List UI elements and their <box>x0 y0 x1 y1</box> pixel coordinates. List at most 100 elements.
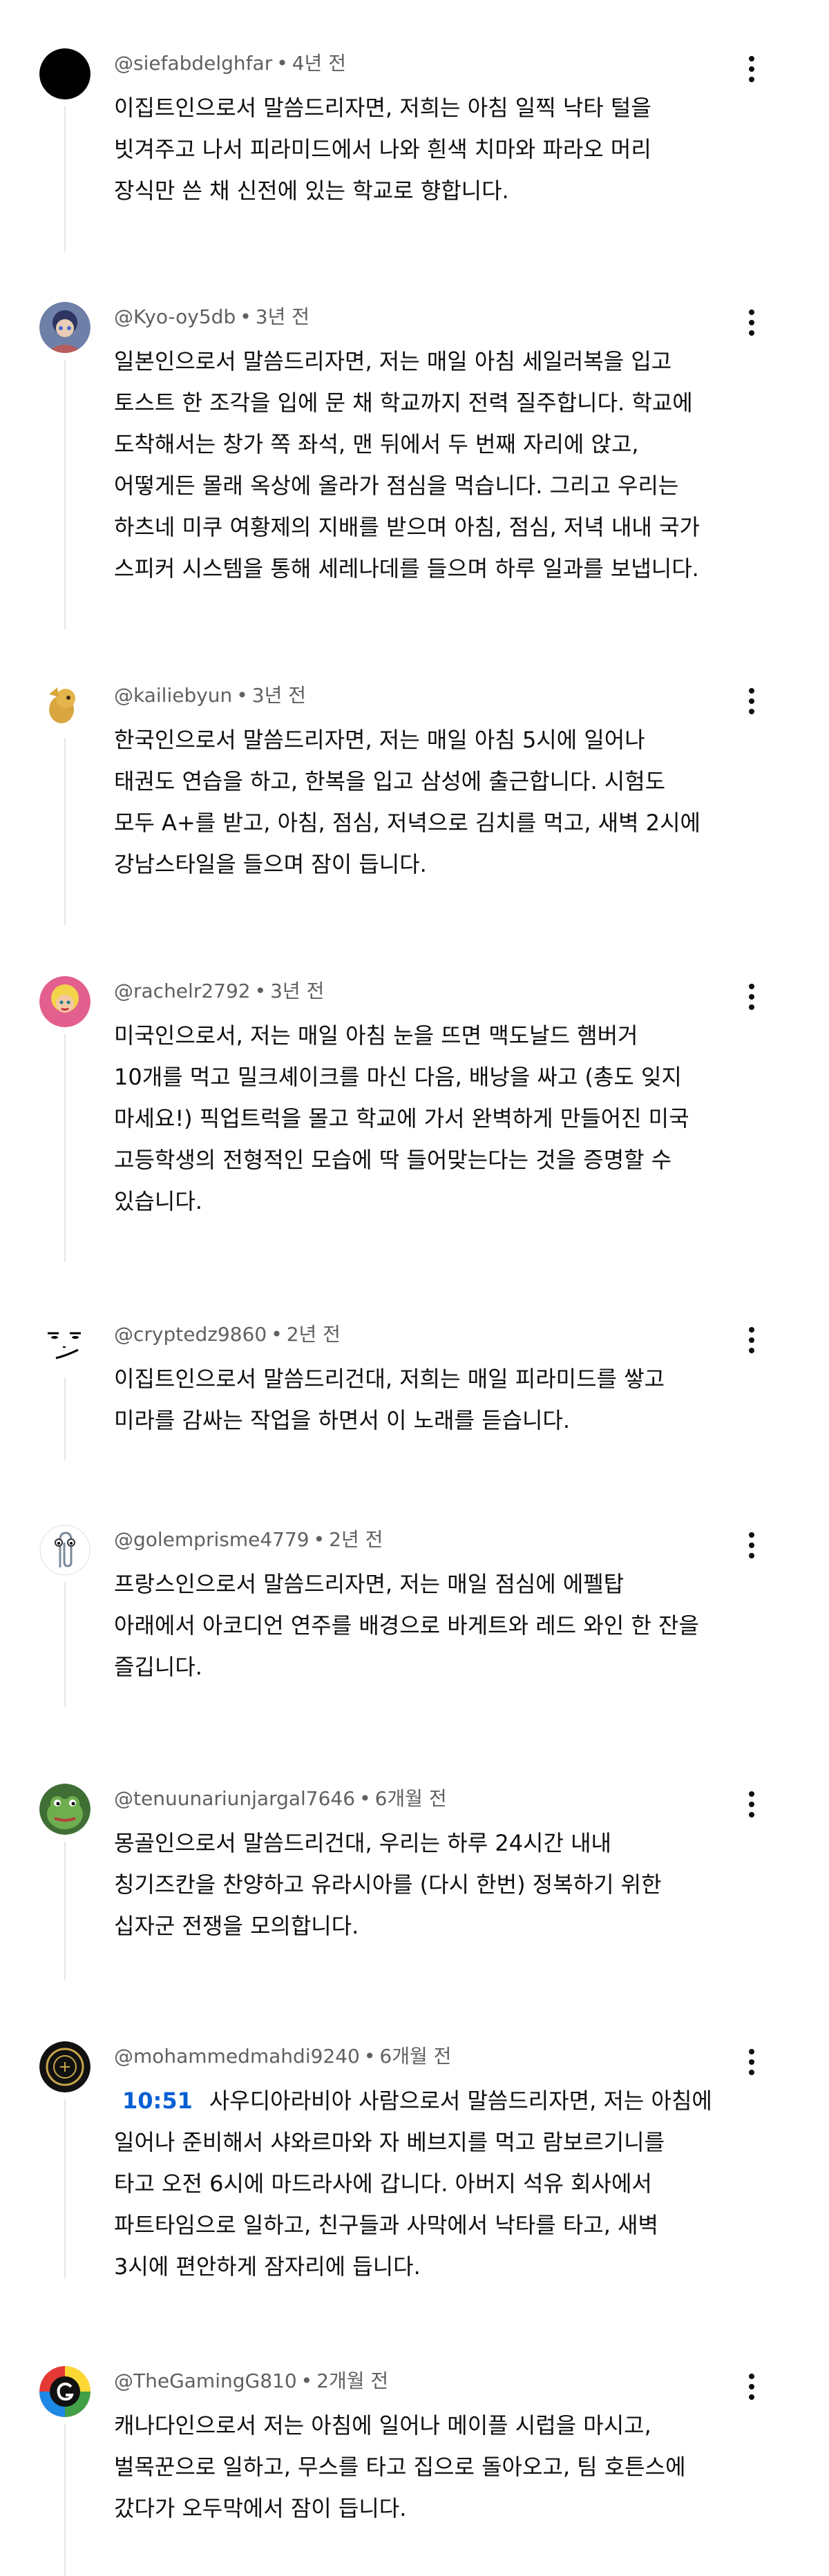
thread-line <box>64 1034 66 1262</box>
comment-age: 3년 전 <box>251 684 307 707</box>
comment-meta: @golemprisme4779 • 2년 전 <box>114 1525 756 1555</box>
author-handle[interactable]: @Kyo-oy5db <box>114 305 236 328</box>
comment-body: @golemprisme4779 • 2년 전 프랑스인으로서 말씀드리자면, 저는… <box>114 1525 756 1688</box>
comment-line: 캐나다인으로서 저는 아침에 일어나 메이플 시럽을 마시고, <box>114 2412 651 2439</box>
thread-line <box>64 1377 66 1460</box>
avatar[interactable] <box>39 1525 90 1576</box>
comment-text: 일본인으로서 말씀드리자면, 저는 매일 아침 세일러복을 입고 토스트 한 조… <box>114 341 756 589</box>
comment-line: 십자군 전쟁을 모의합니다. <box>114 1913 359 1939</box>
comment-line: 이집트인으로서 말씀드리자면, 저희는 아침 일찍 낙타 털을 <box>114 95 651 121</box>
comment-meta: @rachelr2792 • 3년 전 <box>114 976 756 1006</box>
comment-body: @cryptedz9860 • 2년 전 이집트인으로서 말씀드리건대, 저희는 매… <box>114 1319 756 1441</box>
thread-line <box>64 360 66 629</box>
author-handle[interactable]: @siefabdelghfar <box>114 52 272 75</box>
comment-meta: @mohammedmahdi9240 • 6개월 전 <box>114 2041 756 2072</box>
comment-line: 3시에 편안하게 잠자리에 듭니다. <box>114 2253 421 2280</box>
separator-dot: • <box>254 980 267 1002</box>
avatar[interactable] <box>39 1319 90 1371</box>
timestamp-link[interactable]: 10:51 <box>122 2088 193 2114</box>
separator-dot: • <box>359 1787 371 1810</box>
comment-line: 칭기즈칸을 찬양하고 유라시아를 (다시 한번) 정복하기 위한 <box>114 1871 662 1898</box>
comment-age: 6개월 전 <box>379 2045 452 2068</box>
comment-meta: @Kyo-oy5db • 3년 전 <box>114 302 756 332</box>
comment-line: 미라를 감싸는 작업을 하면서 이 노래를 듣습니다. <box>114 1407 571 1433</box>
comment-line-text: 사우디아라비아 사람으로서 말씀드리자면, 저는 아침에 <box>209 2088 712 2114</box>
more-options-icon[interactable] <box>738 2367 765 2406</box>
comment-meta: @siefabdelghfar • 4년 전 <box>114 48 756 79</box>
comment-line: 도착해서는 창가 쪽 좌석, 맨 뒤에서 두 번째 자리에 앉고, <box>114 431 639 457</box>
comment-line: 어떻게든 몰래 옥상에 올라가 점심을 먹습니다. 그리고 우리는 <box>114 473 679 499</box>
author-handle[interactable]: @rachelr2792 <box>114 980 251 1002</box>
more-options-icon[interactable] <box>738 977 765 1016</box>
comment-line: 몽골인으로서 말씀드리건대, 우리는 하루 24시간 내내 <box>114 1830 611 1856</box>
thread-line <box>64 2099 66 2279</box>
author-handle[interactable]: @kailiebyun <box>114 684 232 707</box>
comment-line: 마세요!) 픽업트럭을 몰고 학교에 가서 완벽하게 만들어진 미국 <box>114 1105 689 1132</box>
separator-dot: • <box>240 305 251 328</box>
comment-line: 일어나 준비해서 샤와르마와 자 베브지를 먹고 람보르기니를 <box>114 2129 665 2155</box>
comment-text: 캐나다인으로서 저는 아침에 일어나 메이플 시럽을 마시고, 벌목꾼으로 일하… <box>114 2405 756 2529</box>
avatar[interactable] <box>39 2366 90 2417</box>
comment-body: @tenuunariunjargal7646 • 6개월 전 몽골인으로서 말씀드리… <box>114 1784 756 1947</box>
comment-body: @Kyo-oy5db • 3년 전 일본인으로서 말씀드리자면, 저는 매일 아침 … <box>114 302 756 589</box>
comment-body: @siefabdelghfar • 4년 전 이집트인으로서 말씀드리자면, 저희는… <box>114 48 756 211</box>
separator-dot: • <box>301 2369 313 2392</box>
comment-line: 미국인으로서, 저는 매일 아침 눈을 뜨면 맥도날드 햄버거 <box>114 1022 638 1049</box>
more-options-icon[interactable] <box>738 50 765 88</box>
more-options-icon[interactable] <box>738 1785 765 1824</box>
comment-line: 강남스타일을 들으며 잠이 듭니다. <box>114 851 427 877</box>
comment-text: 프랑스인으로서 말씀드리자면, 저는 매일 점심에 에펠탑 아래에서 아코디언 … <box>114 1563 756 1688</box>
comment-line: 고등학생의 전형적인 모습에 딱 들어맞는다는 것을 증명할 수 <box>114 1147 672 1173</box>
author-handle[interactable]: @cryptedz9860 <box>114 1323 267 1346</box>
comment-text: 미국인으로서, 저는 매일 아침 눈을 뜨면 맥도날드 햄버거 10개를 먹고 … <box>114 1015 756 1222</box>
more-options-icon[interactable] <box>738 303 765 342</box>
more-options-icon[interactable] <box>738 1321 765 1359</box>
author-handle[interactable]: @golemprisme4779 <box>114 1528 309 1551</box>
comment-line: 갔다가 오두막에서 잠이 듭니다. <box>114 2495 407 2521</box>
comment-line: 타고 오전 6시에 마드라사에 갑니다. 아버지 석유 회사에서 <box>114 2170 652 2197</box>
comment-line: 장식만 쓴 채 신전에 있는 학교로 향합니다. <box>114 178 509 204</box>
comment-text: 이집트인으로서 말씀드리자면, 저희는 아침 일찍 낙타 털을 빗겨주고 나서 … <box>114 87 756 211</box>
comment-meta: @cryptedz9860 • 2년 전 <box>114 1319 756 1350</box>
comment-text: 한국인으로서 말씀드리자면, 저는 매일 아침 5시에 일어나 태권도 연습을 … <box>114 719 756 885</box>
avatar[interactable] <box>39 976 90 1027</box>
author-handle[interactable]: @TheGamingG810 <box>114 2369 297 2392</box>
more-options-icon[interactable] <box>738 2043 765 2081</box>
avatar[interactable] <box>39 48 90 99</box>
comment-line: 벌목꾼으로 일하고, 무스를 타고 집으로 돌아오고, 팀 호튼스에 <box>114 2454 686 2480</box>
thread-line <box>64 1583 66 1707</box>
comment-body: @mohammedmahdi9240 • 6개월 전 10:51 사우디아라비아 사람… <box>114 2041 756 2287</box>
comment-line: 일본인으로서 말씀드리자면, 저는 매일 아침 세일러복을 입고 <box>114 348 672 374</box>
comment-text: 10:51 사우디아라비아 사람으로서 말씀드리자면, 저는 아침에 일어나 준비… <box>114 2080 756 2287</box>
comment-line: 빗겨주고 나서 피라미드에서 나와 흰색 치마와 파라오 머리 <box>114 136 651 162</box>
comment-line: 하츠네 미쿠 여황제의 지배를 받으며 아침, 점심, 저녁 내내 국가 <box>114 514 700 540</box>
separator-dot: • <box>236 684 248 707</box>
comment-age: 4년 전 <box>292 52 346 75</box>
thread-line <box>64 1842 66 1980</box>
comment-age: 6개월 전 <box>374 1787 447 1810</box>
avatar[interactable] <box>39 2041 90 2092</box>
comment-line: 즐깁니다. <box>114 1654 202 1680</box>
separator-dot: • <box>271 1323 283 1346</box>
comment-line: 토스트 한 조각을 입에 문 채 학교까지 전력 질주합니다. 학교에 <box>114 390 693 416</box>
comment-line: 모두 A+를 받고, 아침, 점심, 저녁으로 김치를 먹고, 새벽 2시에 <box>114 810 701 836</box>
avatar[interactable] <box>39 302 90 353</box>
comment-body: @rachelr2792 • 3년 전 미국인으로서, 저는 매일 아침 눈을 뜨면… <box>114 976 756 1222</box>
comment-text: 이집트인으로서 말씀드리건대, 저희는 매일 피라미드를 쌓고 미라를 감싸는 … <box>114 1358 756 1441</box>
comment-age: 3년 전 <box>255 305 309 328</box>
author-handle[interactable]: @mohammedmahdi9240 <box>114 2045 360 2068</box>
comment-text: 몽골인으로서 말씀드리건대, 우리는 하루 24시간 내내 칭기즈칸을 찬양하고… <box>114 1822 756 1947</box>
separator-dot: • <box>276 52 288 75</box>
comment-age: 2개월 전 <box>316 2369 389 2392</box>
thread-line <box>64 738 66 925</box>
more-options-icon[interactable] <box>738 682 765 721</box>
avatar[interactable] <box>39 680 90 732</box>
thread-line <box>64 106 66 251</box>
comment-line: 이집트인으로서 말씀드리건대, 저희는 매일 피라미드를 쌓고 <box>114 1366 665 1392</box>
more-options-icon[interactable] <box>738 1526 765 1565</box>
thread-line <box>64 2424 66 2576</box>
separator-dot: • <box>313 1528 325 1551</box>
author-handle[interactable]: @tenuunariunjargal7646 <box>114 1787 355 1810</box>
avatar[interactable] <box>39 1784 90 1835</box>
comment-age: 3년 전 <box>270 980 325 1002</box>
